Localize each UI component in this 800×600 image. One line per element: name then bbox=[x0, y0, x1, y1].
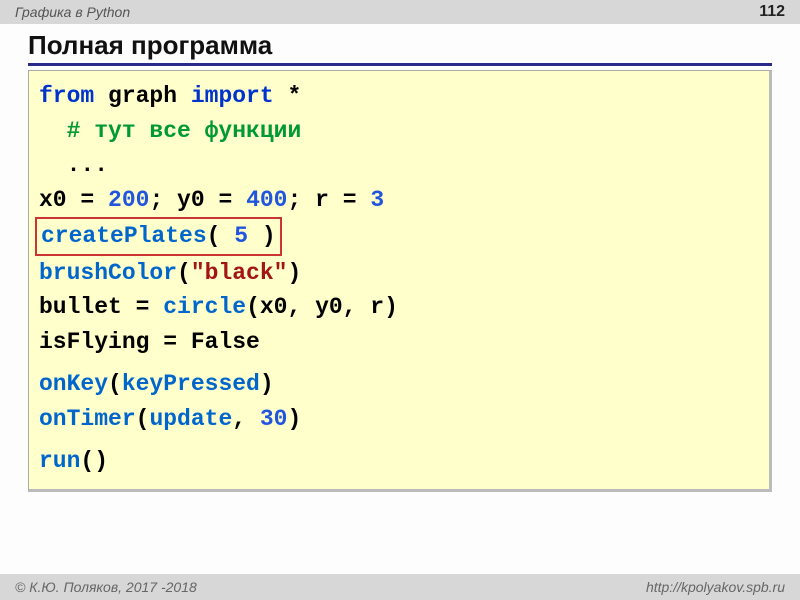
slide-content: Полная программа from graph import * # т… bbox=[0, 24, 800, 492]
footer-url: http://kpolyakov.spb.ru bbox=[646, 574, 785, 600]
code-block: from graph import * # тут все функции ..… bbox=[28, 70, 772, 492]
slide-footer: © К.Ю. Поляков, 2017 -2018 http://kpolya… bbox=[0, 574, 800, 600]
breadcrumb: Графика в Python bbox=[15, 0, 130, 24]
code-spacer bbox=[39, 359, 759, 367]
code-comment: # тут все функции bbox=[39, 114, 759, 149]
code-line: run() bbox=[39, 444, 759, 479]
code-line: bullet = circle(x0, y0, r) bbox=[39, 290, 759, 325]
code-line: isFlying = False bbox=[39, 325, 759, 360]
copyright: © К.Ю. Поляков, 2017 -2018 bbox=[15, 574, 197, 600]
code-line-highlight: createPlates( 5 ) bbox=[39, 217, 759, 256]
code-line: x0 = 200; y0 = 400; r = 3 bbox=[39, 183, 759, 218]
code-line: ... bbox=[39, 148, 759, 183]
code-line: onTimer(update, 30) bbox=[39, 402, 759, 437]
code-line: from graph import * bbox=[39, 79, 759, 114]
page-number: 112 bbox=[759, 0, 785, 24]
page-title: Полная программа bbox=[28, 30, 772, 66]
slide-header: Графика в Python 112 bbox=[0, 0, 800, 24]
code-line: onKey(keyPressed) bbox=[39, 367, 759, 402]
highlight-box: createPlates( 5 ) bbox=[35, 217, 282, 256]
code-spacer bbox=[39, 436, 759, 444]
code-line: brushColor("black") bbox=[39, 256, 759, 291]
